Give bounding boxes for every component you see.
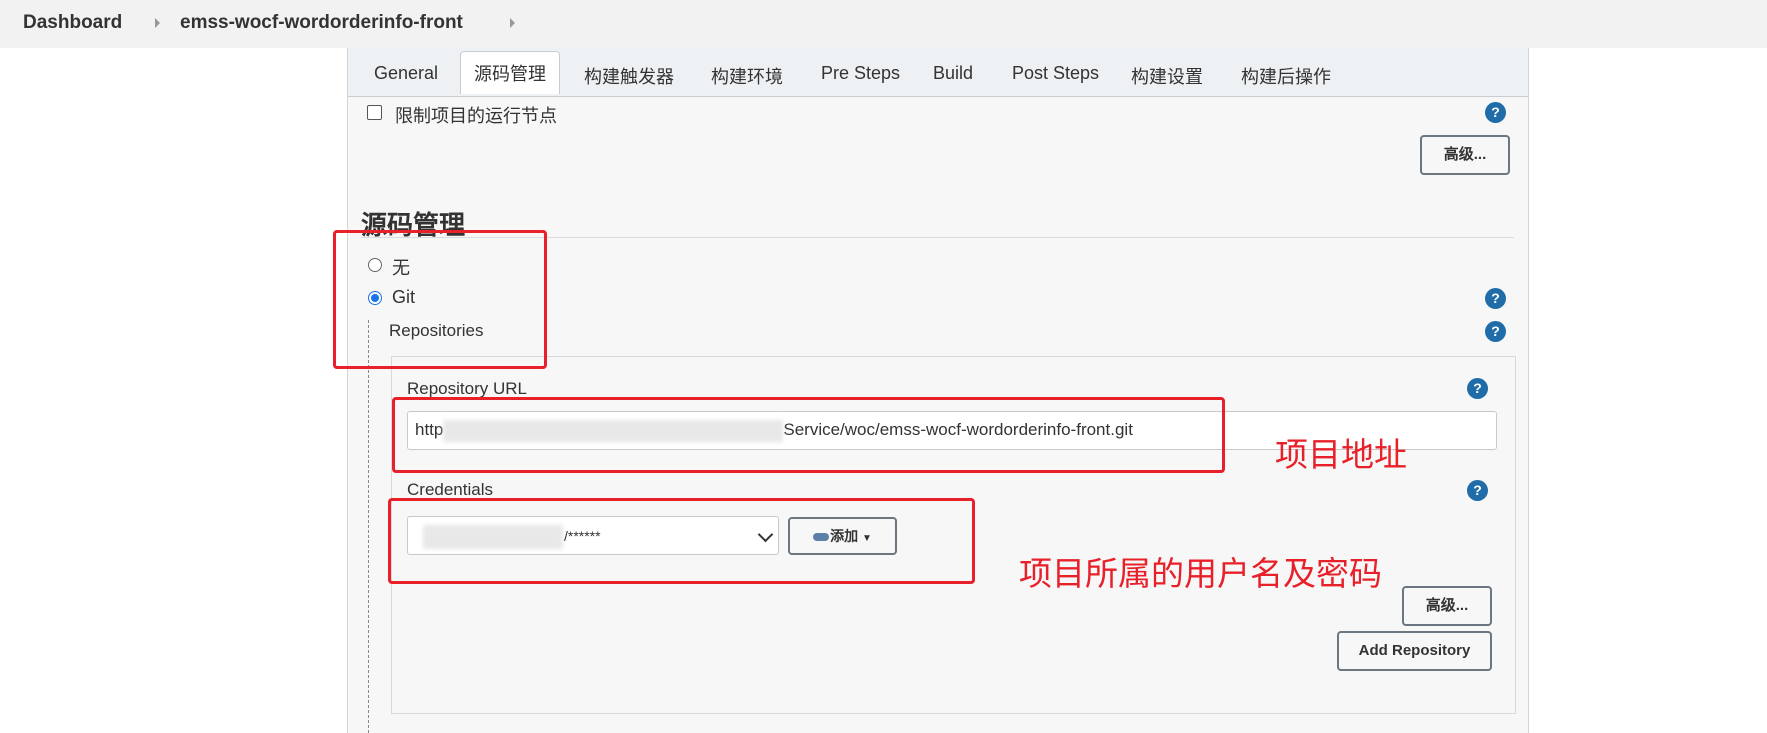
annotation-box-credentials	[388, 498, 975, 584]
tab-build-triggers[interactable]: 构建触发器	[584, 63, 674, 89]
breadcrumb: Dashboard emss-wocf-wordorderinfo-front	[0, 0, 1767, 48]
repository-url-label: Repository URL	[407, 379, 527, 398]
repo-advanced-button[interactable]: 高级...	[1402, 586, 1492, 626]
config-panel: General 源码管理 构建触发器 构建环境 Pre Steps Build …	[347, 48, 1529, 733]
help-icon[interactable]: ?	[1485, 321, 1506, 342]
advanced-button[interactable]: 高级...	[1420, 135, 1510, 175]
add-repository-button[interactable]: Add Repository	[1337, 631, 1492, 671]
help-icon[interactable]: ?	[1467, 378, 1488, 399]
tab-pre-steps[interactable]: Pre Steps	[821, 63, 900, 84]
tab-build[interactable]: Build	[933, 63, 973, 84]
annotation-user-password: 项目所属的用户名及密码	[1019, 555, 1382, 592]
tab-build-environment[interactable]: 构建环境	[711, 63, 783, 89]
tab-scm[interactable]: 源码管理	[460, 51, 560, 94]
breadcrumb-dashboard[interactable]: Dashboard	[23, 12, 122, 34]
tab-build-settings[interactable]: 构建设置	[1131, 63, 1203, 89]
help-icon[interactable]: ?	[1467, 480, 1488, 501]
restrict-node-label: 限制项目的运行节点	[395, 106, 557, 126]
credentials-label: Credentials	[407, 480, 493, 499]
help-icon[interactable]: ?	[1485, 102, 1506, 123]
help-icon[interactable]: ?	[1485, 288, 1506, 309]
nested-guide-line	[368, 320, 369, 733]
breadcrumb-separator-icon[interactable]	[510, 18, 515, 28]
tab-bar: General 源码管理 构建触发器 构建环境 Pre Steps Build …	[348, 48, 1528, 97]
breadcrumb-separator-icon[interactable]	[155, 18, 160, 28]
tab-post-steps[interactable]: Post Steps	[1012, 63, 1099, 84]
tab-general[interactable]: General	[374, 63, 438, 84]
annotation-project-address: 项目地址	[1275, 436, 1407, 473]
tab-post-build-actions[interactable]: 构建后操作	[1241, 63, 1331, 89]
restrict-node-checkbox[interactable]	[367, 105, 382, 120]
annotation-box-url	[392, 397, 1225, 473]
annotation-box-scm	[333, 230, 547, 369]
breadcrumb-project[interactable]: emss-wocf-wordorderinfo-front	[180, 12, 463, 34]
